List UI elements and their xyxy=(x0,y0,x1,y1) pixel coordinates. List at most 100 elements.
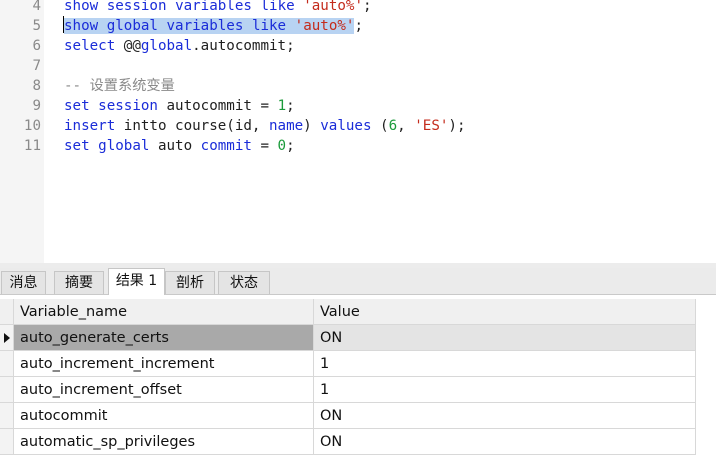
code-token: 'auto%' xyxy=(303,0,363,14)
code-token xyxy=(157,18,167,34)
line-number: 5 xyxy=(32,18,41,34)
table-row[interactable]: auto_increment_offset 1 xyxy=(0,377,716,403)
result-tab-bar: 消息 摘要 结果 1 剖析 状态 xyxy=(0,268,716,295)
column-header-value[interactable]: Value xyxy=(314,299,696,325)
code-token: autocommit = xyxy=(157,98,278,114)
code-line[interactable]: 10 insert intto course(id, name) values (… xyxy=(0,116,716,136)
code-token: ; xyxy=(363,0,372,14)
code-token: ; xyxy=(354,18,363,34)
line-number: 9 xyxy=(32,98,41,114)
code-token: like xyxy=(260,0,295,14)
code-token: auto xyxy=(149,138,201,154)
code-token: 1 xyxy=(277,98,287,114)
code-token: 'auto%' xyxy=(294,18,355,34)
code-token: ); xyxy=(448,118,466,134)
code-line[interactable]: 11 set global auto commit = 0; xyxy=(0,136,716,156)
cell-value[interactable]: 1 xyxy=(314,351,696,377)
line-number: 8 xyxy=(32,78,41,94)
code-token: variables xyxy=(166,18,244,34)
result-grid: Variable_name Value auto_generate_certs O… xyxy=(0,295,716,460)
row-indicator-header xyxy=(0,299,14,325)
code-token: intto course(id, xyxy=(115,118,269,134)
row-indicator[interactable] xyxy=(0,403,14,429)
table-row[interactable]: autocommit ON xyxy=(0,403,716,429)
code-token: name xyxy=(269,118,304,134)
code-line[interactable]: 7 xyxy=(0,56,716,76)
code-token: insert xyxy=(64,118,116,134)
table-row[interactable]: auto_generate_certs ON xyxy=(0,325,716,351)
cell-value[interactable]: ON xyxy=(314,325,696,351)
code-token: 0 xyxy=(277,138,287,154)
line-number: 10 xyxy=(23,118,41,134)
cell-variable-name[interactable]: auto_increment_increment xyxy=(14,351,314,377)
code-token: ) xyxy=(303,118,321,134)
current-row-arrow-icon xyxy=(4,333,10,343)
row-indicator[interactable] xyxy=(0,351,14,377)
code-text: -- 设置系统变量 xyxy=(64,76,175,96)
table-row[interactable]: automatic_sp_privileges ON xyxy=(0,429,716,455)
code-token xyxy=(286,18,295,34)
code-token: global xyxy=(140,38,193,54)
code-token: 'ES' xyxy=(414,118,449,134)
code-token: show xyxy=(64,0,99,14)
cell-variable-name[interactable]: automatic_sp_privileges xyxy=(14,429,314,455)
row-indicator[interactable] xyxy=(0,325,14,351)
code-line[interactable]: 5 show global variables like 'auto%'; xyxy=(0,16,716,36)
code-token: set xyxy=(64,138,90,154)
code-token: 6 xyxy=(388,118,398,134)
code-token: ( xyxy=(371,118,389,134)
code-token: set xyxy=(64,98,90,114)
code-token xyxy=(98,18,107,34)
code-token: .autocommit; xyxy=(192,38,295,54)
code-token: = xyxy=(251,138,278,154)
tab-result-1[interactable]: 结果 1 xyxy=(108,268,165,295)
row-indicator[interactable] xyxy=(0,377,14,403)
code-token: @@ xyxy=(115,38,141,54)
code-text: select @@global.autocommit; xyxy=(64,36,295,56)
tab-status[interactable]: 状态 xyxy=(218,271,270,294)
code-token: , xyxy=(397,118,415,134)
code-text: set session autocommit = 1; xyxy=(64,96,295,116)
code-token: like xyxy=(251,18,287,34)
grid-header-row: Variable_name Value xyxy=(0,299,716,325)
line-number: 4 xyxy=(32,0,41,14)
code-text: show global variables like 'auto%'; xyxy=(63,16,363,36)
cell-value[interactable]: ON xyxy=(314,429,696,455)
code-token: commit xyxy=(200,138,252,154)
code-token: global xyxy=(98,138,150,154)
line-number: 7 xyxy=(32,58,41,74)
code-line[interactable]: 8 -- 设置系统变量 xyxy=(0,76,716,96)
code-token: session xyxy=(98,98,158,114)
tab-messages[interactable]: 消息 xyxy=(1,271,46,294)
code-token: ; xyxy=(286,98,295,114)
row-indicator[interactable] xyxy=(0,429,14,455)
code-token: show xyxy=(64,18,99,34)
code-line[interactable]: 6 select @@global.autocommit; xyxy=(0,36,716,56)
cell-variable-name[interactable]: auto_generate_certs xyxy=(14,325,314,351)
cell-value[interactable]: 1 xyxy=(314,377,696,403)
line-number: 6 xyxy=(32,38,41,54)
code-token: select xyxy=(64,38,116,54)
code-token: global xyxy=(106,18,158,34)
cell-variable-name[interactable]: autocommit xyxy=(14,403,314,429)
code-token xyxy=(243,18,252,34)
cell-value[interactable]: ON xyxy=(314,403,696,429)
code-line[interactable]: 9 set session autocommit = 1; xyxy=(0,96,716,116)
column-header-variable-name[interactable]: Variable_name xyxy=(14,299,314,325)
tab-summary[interactable]: 摘要 xyxy=(54,271,104,294)
code-text: insert intto course(id, name) values (6,… xyxy=(64,116,466,136)
table-row[interactable]: auto_increment_increment 1 xyxy=(0,351,716,377)
sql-editor[interactable]: 4 show session variables like 'auto%'; 5 sh… xyxy=(0,0,716,263)
code-token: variables xyxy=(175,0,252,14)
tab-profile[interactable]: 剖析 xyxy=(165,271,215,294)
code-token: session xyxy=(106,0,167,14)
code-text: set global auto commit = 0; xyxy=(64,136,295,156)
code-text: show session variables like 'auto%'; xyxy=(64,0,372,16)
code-line[interactable]: 4 show session variables like 'auto%'; xyxy=(0,0,716,16)
cell-variable-name[interactable]: auto_increment_offset xyxy=(14,377,314,403)
line-number: 11 xyxy=(23,138,41,154)
